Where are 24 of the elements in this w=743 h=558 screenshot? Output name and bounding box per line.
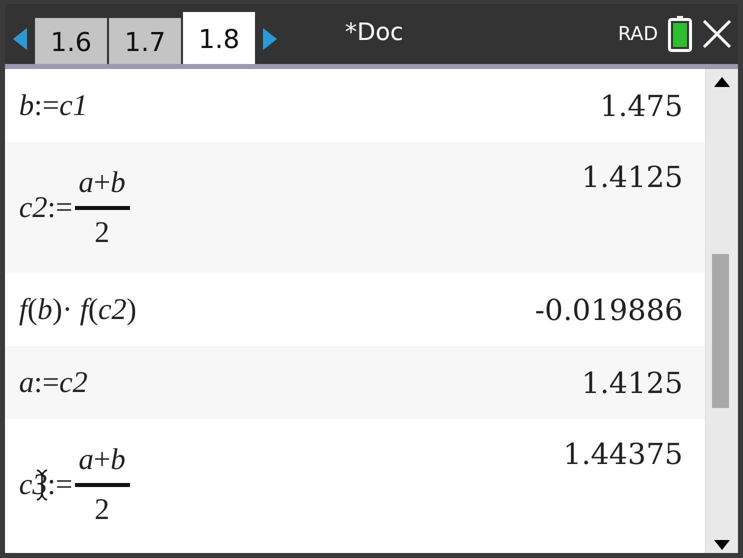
- battery-icon: [668, 16, 692, 52]
- result-value: 1.475: [600, 88, 683, 122]
- fraction: a+b 2: [74, 166, 130, 250]
- page-tab[interactable]: 1.8: [183, 12, 255, 64]
- scroll-thumb[interactable]: [712, 254, 729, 408]
- document-title: *Doc: [345, 18, 404, 46]
- page-tab[interactable]: 1.7: [109, 18, 181, 64]
- fraction: a+b 2: [74, 442, 130, 526]
- result-value: 1.44375: [563, 437, 683, 471]
- result-value: 1.4125: [582, 366, 683, 400]
- math-expression: f(b)· f(c2): [19, 292, 136, 326]
- scrollbar[interactable]: [705, 69, 738, 553]
- result-value: 1.4125: [582, 160, 683, 194]
- scroll-up-icon[interactable]: [714, 77, 730, 87]
- left-arrow-icon[interactable]: [13, 28, 27, 50]
- math-expression: c2:=: [19, 190, 73, 224]
- math-expression: b:=c1: [19, 88, 88, 122]
- result-value: -0.019886: [534, 292, 683, 326]
- page-tab[interactable]: 1.6: [35, 18, 107, 64]
- close-icon[interactable]: [702, 19, 732, 49]
- math-expression: a:=c2: [19, 366, 88, 400]
- scroll-down-icon[interactable]: [714, 540, 730, 550]
- right-arrow-icon[interactable]: [263, 28, 277, 50]
- angle-mode-indicator: RAD: [618, 23, 658, 45]
